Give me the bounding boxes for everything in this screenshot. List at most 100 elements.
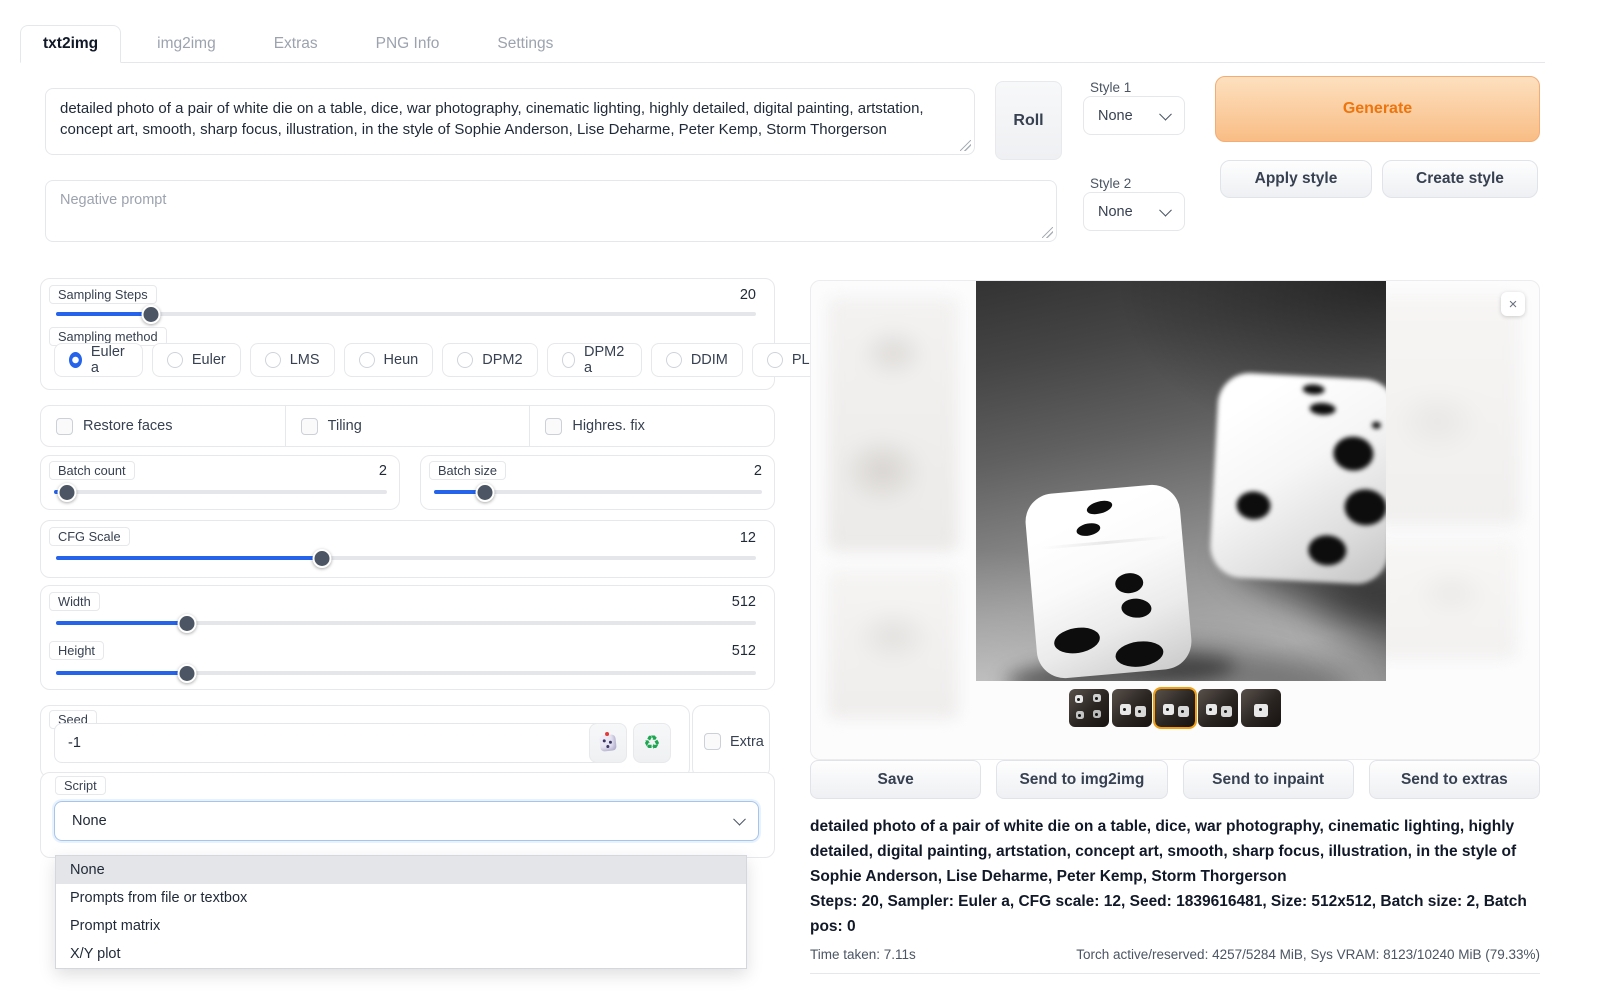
- dice-icon: [599, 734, 617, 752]
- script-option-prompt-matrix[interactable]: Prompt matrix: [56, 912, 746, 940]
- close-icon[interactable]: ×: [1501, 292, 1525, 316]
- prompt-input[interactable]: detailed photo of a pair of white die on…: [45, 88, 975, 155]
- radio-icon: [666, 352, 682, 368]
- extra-seed-panel[interactable]: Extra: [692, 705, 770, 778]
- cfg-scale-value: 12: [740, 530, 756, 546]
- generation-info-params: Steps: 20, Sampler: Euler a, CFG scale: …: [810, 889, 1540, 939]
- slider-knob[interactable]: [177, 614, 196, 633]
- selected-result-image[interactable]: [976, 281, 1386, 681]
- checkbox-icon[interactable]: [704, 733, 721, 750]
- sampler-option-euler[interactable]: Euler: [152, 343, 241, 377]
- save-button[interactable]: Save: [810, 760, 981, 799]
- gallery-thumbnail-3[interactable]: [1155, 689, 1195, 727]
- checkbox-icon[interactable]: [56, 418, 73, 435]
- roll-button[interactable]: Roll: [995, 81, 1062, 160]
- negative-prompt-input[interactable]: Negative prompt: [45, 180, 1057, 242]
- batch-count-label: Batch count: [49, 461, 135, 480]
- width-value: 512: [732, 594, 756, 610]
- height-value: 512: [732, 643, 756, 659]
- chevron-down-icon: [1159, 107, 1172, 120]
- size-panel: Width 512 Height 512: [40, 585, 775, 690]
- style2-select[interactable]: None: [1083, 192, 1185, 231]
- batch-size-slider[interactable]: [434, 483, 762, 502]
- generation-info-prompt: detailed photo of a pair of white die on…: [810, 814, 1540, 889]
- style1-select[interactable]: None: [1083, 96, 1185, 135]
- sampler-option-lms[interactable]: LMS: [250, 343, 335, 377]
- send-to-extras-button[interactable]: Send to extras: [1369, 760, 1540, 799]
- create-style-button[interactable]: Create style: [1382, 160, 1538, 198]
- sampler-label: Euler a: [91, 344, 128, 376]
- sampler-option-heun[interactable]: Heun: [344, 343, 434, 377]
- slider-knob[interactable]: [141, 305, 160, 324]
- recycle-icon: ♻: [643, 734, 660, 753]
- sampler-option-dpm2[interactable]: DPM2: [442, 343, 537, 377]
- batch-size-panel: Batch size 2: [420, 455, 775, 510]
- die-right: [1209, 371, 1386, 585]
- script-option-prompts-from-file-or-textbox[interactable]: Prompts from file or textbox: [56, 884, 746, 912]
- send-to-img2img-button[interactable]: Send to img2img: [996, 760, 1167, 799]
- slider-knob[interactable]: [475, 483, 494, 502]
- negative-prompt-placeholder: Negative prompt: [60, 192, 166, 208]
- generate-button[interactable]: Generate: [1215, 76, 1540, 142]
- tab-extras[interactable]: Extras: [252, 25, 340, 62]
- resize-handle-icon[interactable]: [1042, 227, 1053, 238]
- send-to-inpaint-button[interactable]: Send to inpaint: [1183, 760, 1354, 799]
- slider-knob[interactable]: [177, 664, 196, 683]
- script-option-none[interactable]: None: [56, 856, 746, 884]
- checkbox-icon[interactable]: [301, 418, 318, 435]
- gallery-thumbnail-1[interactable]: [1069, 689, 1109, 727]
- radio-icon: [69, 352, 82, 368]
- slider-knob[interactable]: [58, 483, 77, 502]
- batch-size-label: Batch size: [429, 461, 506, 480]
- sampler-option-dpm2-a[interactable]: DPM2 a: [547, 343, 642, 377]
- batch-count-slider[interactable]: [54, 483, 387, 502]
- width-slider[interactable]: [56, 614, 756, 633]
- generation-info: detailed photo of a pair of white die on…: [810, 814, 1540, 974]
- sampling-steps-value: 20: [740, 287, 756, 303]
- sampler-option-euler-a[interactable]: Euler a: [54, 343, 143, 377]
- reuse-seed-button[interactable]: ♻: [633, 723, 671, 763]
- highres-fix-option[interactable]: Highres. fix: [529, 406, 774, 446]
- random-seed-button[interactable]: [589, 723, 627, 763]
- sampler-option-ddim[interactable]: DDIM: [651, 343, 743, 377]
- script-panel: Script None: [40, 772, 775, 858]
- radio-icon: [562, 352, 575, 368]
- tab-bar: txt2img img2img Extras PNG Info Settings: [20, 25, 1545, 63]
- restore-faces-option[interactable]: Restore faces: [41, 406, 285, 446]
- height-slider[interactable]: [56, 664, 756, 683]
- chevron-down-icon: [733, 813, 746, 826]
- blurred-gallery-image: [827, 569, 959, 719]
- seed-input[interactable]: -1: [54, 723, 621, 763]
- chevron-down-icon: [1159, 203, 1172, 216]
- tab-img2img[interactable]: img2img: [135, 25, 238, 62]
- tiling-option[interactable]: Tiling: [285, 406, 530, 446]
- radio-icon: [359, 352, 375, 368]
- script-select[interactable]: None: [54, 801, 759, 841]
- width-label: Width: [49, 592, 100, 611]
- tiling-label: Tiling: [328, 418, 362, 434]
- script-dropdown-menu: NonePrompts from file or textboxPrompt m…: [55, 855, 747, 969]
- sampling-steps-slider[interactable]: [56, 305, 756, 324]
- radio-icon: [457, 352, 473, 368]
- output-button-row: Save Send to img2img Send to inpaint Send t…: [810, 760, 1540, 799]
- resize-handle-icon[interactable]: [960, 140, 971, 151]
- batch-size-value: 2: [754, 463, 762, 479]
- generation-meta-row: Time taken: 7.11s Torch active/reserved:…: [810, 947, 1540, 974]
- radio-icon: [265, 352, 281, 368]
- gallery-thumbnail-4[interactable]: [1198, 689, 1238, 727]
- time-taken: Time taken: 7.11s: [810, 947, 916, 962]
- sampler-label: DPM2: [482, 352, 522, 368]
- cfg-scale-slider[interactable]: [56, 549, 756, 568]
- script-label: Script: [55, 776, 106, 795]
- tab-txt2img[interactable]: txt2img: [20, 25, 121, 63]
- script-option-x-y-plot[interactable]: X/Y plot: [56, 940, 746, 968]
- sampling-method-group: Euler aEulerLMSHeunDPM2DPM2 aDDIMPLMS: [54, 343, 846, 377]
- gallery-thumbnail-2[interactable]: [1112, 689, 1152, 727]
- apply-style-button[interactable]: Apply style: [1220, 160, 1372, 198]
- checkbox-icon[interactable]: [545, 418, 562, 435]
- seed-value: -1: [68, 735, 81, 751]
- slider-knob[interactable]: [313, 549, 332, 568]
- tab-settings[interactable]: Settings: [475, 25, 575, 62]
- gallery-thumbnail-5[interactable]: [1241, 689, 1281, 727]
- tab-png-info[interactable]: PNG Info: [354, 25, 462, 62]
